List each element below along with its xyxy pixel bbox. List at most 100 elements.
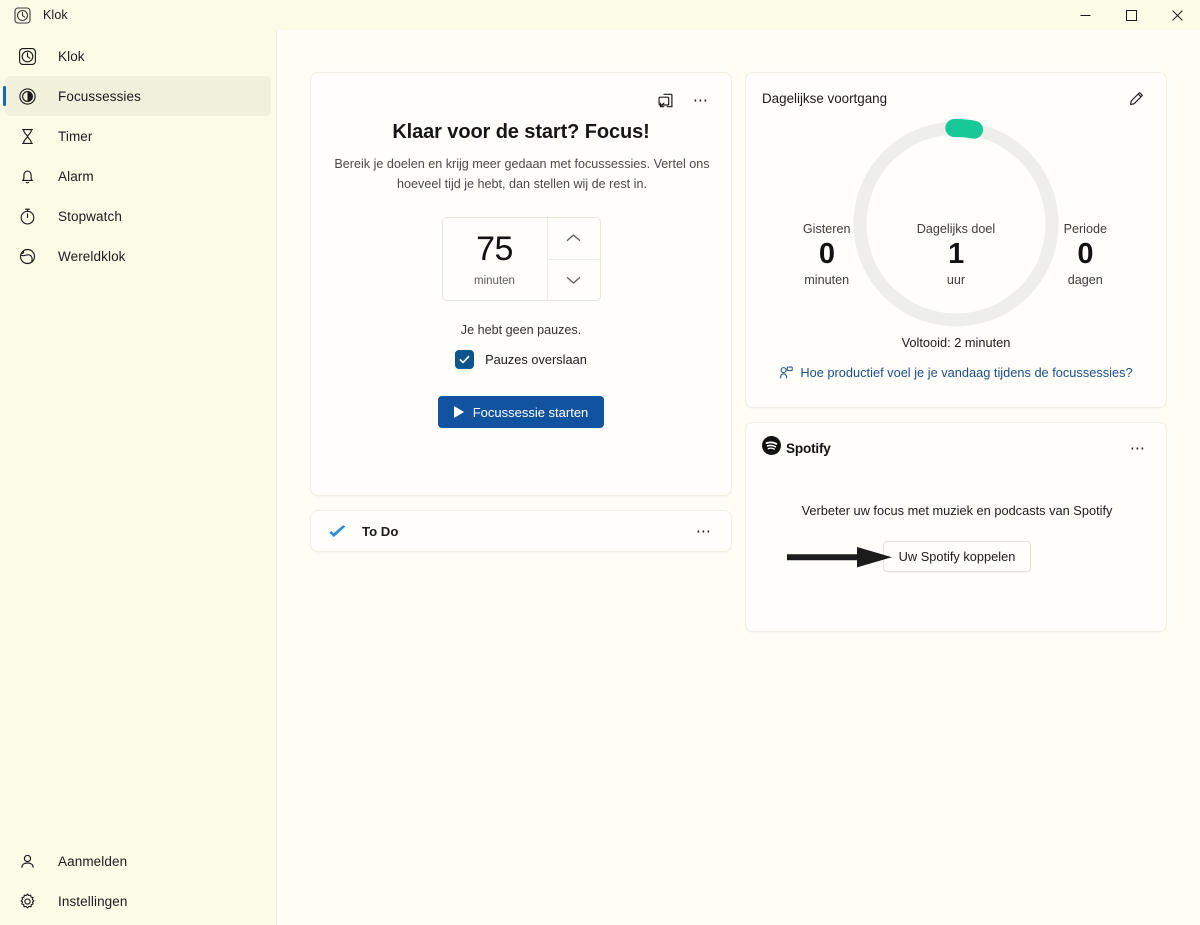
gear-icon [16, 890, 38, 912]
daily-progress-card: Dagelijkse voortgang Gisteren 0 minuten … [745, 72, 1167, 408]
completed-text: Voltooid: 2 minuten [901, 335, 1011, 350]
todo-card[interactable]: To Do ⋯ [310, 510, 732, 552]
main-content: ⋯ Klaar voor de start? Focus! Bereik je … [277, 30, 1200, 925]
sidebar-nav-main: Klok Focussessies Timer Alarm Stopwatch … [0, 36, 276, 276]
stat-value: 1 [948, 238, 964, 270]
start-button-wrap: Focussessie starten [327, 396, 715, 429]
sidebar-item-wereldklok[interactable]: Wereldklok [5, 236, 271, 276]
globe-icon [16, 245, 38, 267]
stopwatch-icon [16, 205, 38, 227]
feedback-link[interactable]: Hoe productief voel je je vandaag tijden… [762, 365, 1150, 380]
stat-yesterday: Gisteren 0 minuten [772, 222, 881, 287]
progress-card-title: Dagelijkse voortgang [762, 90, 888, 106]
right-column: Dagelijkse voortgang Gisteren 0 minuten … [745, 72, 1167, 632]
sidebar-item-aanmelden[interactable]: Aanmelden [5, 841, 271, 881]
sidebar: Klok Focussessies Timer Alarm Stopwatch … [0, 30, 277, 925]
close-icon[interactable] [1154, 0, 1200, 30]
skip-breaks-checkbox[interactable] [455, 350, 475, 370]
duration-unit: minuten [474, 274, 515, 287]
spinner-buttons [547, 218, 600, 301]
play-icon [453, 406, 464, 419]
duration-spinner-wrap: 75 minuten [327, 217, 715, 302]
breaks-note: Je hebt geen pauzes. [460, 323, 582, 338]
stat-unit: dagen [1067, 273, 1103, 288]
chevron-up-icon[interactable] [548, 218, 600, 259]
spotify-button-row: Uw Spotify koppelen [762, 541, 1152, 572]
progress-stats: Gisteren 0 minuten Dagelijks doel 1 uur … [762, 222, 1150, 287]
stat-value: 0 [1077, 238, 1094, 270]
sidebar-item-label: Stopwatch [58, 208, 122, 224]
ellipsis-glyph: ⋯ [1129, 439, 1147, 457]
stat-label: Dagelijks doel [916, 222, 996, 236]
pencil-edit-icon[interactable] [1122, 85, 1150, 111]
sidebar-item-label: Timer [58, 128, 93, 144]
maximize-icon[interactable] [1108, 0, 1154, 30]
focus-card-title: Klaar voor de start? Focus! [392, 121, 650, 143]
duration-value: 75 [476, 229, 513, 268]
start-focus-session-button[interactable]: Focussessie starten [437, 396, 605, 429]
sidebar-item-label: Alarm [58, 168, 94, 184]
arrow-pointer-annotation [787, 545, 893, 569]
start-button-label: Focussessie starten [472, 404, 589, 420]
clock-icon [14, 6, 31, 24]
stat-daily-goal: Dagelijks doel 1 uur [881, 222, 1030, 287]
person-icon [16, 850, 38, 872]
more-options-icon[interactable]: ⋯ [1124, 435, 1152, 461]
sidebar-item-timer[interactable]: Timer [5, 116, 271, 156]
stat-unit: uur [946, 273, 966, 288]
focus-card-header: ⋯ [327, 87, 715, 113]
clock-icon [16, 45, 38, 67]
spotify-card: Spotify ⋯ Verbeter uw focus met muziek e… [745, 422, 1167, 632]
sidebar-item-label: Aanmelden [58, 853, 128, 869]
window-title: Klok [43, 8, 68, 22]
todo-checkmark-icon [327, 520, 349, 542]
sidebar-item-label: Klok [58, 48, 85, 64]
sidebar-item-label: Focussessies [58, 88, 141, 104]
skip-breaks-row[interactable]: Pauzes overslaan [327, 350, 715, 370]
title-bar-left: Klok [0, 6, 68, 24]
title-bar: Klok [0, 0, 1200, 30]
skip-breaks-label: Pauzes overslaan [485, 352, 587, 368]
spotify-card-header: Spotify ⋯ [762, 435, 1152, 461]
todo-card-label: To Do [362, 523, 399, 539]
progress-card-header: Dagelijkse voortgang [762, 86, 1150, 110]
spotify-icon [762, 436, 781, 460]
mini-view-icon[interactable] [651, 87, 679, 113]
more-options-icon[interactable]: ⋯ [687, 87, 715, 113]
focus-session-card: ⋯ Klaar voor de start? Focus! Bereik je … [310, 72, 732, 496]
stat-value: 0 [818, 238, 835, 270]
spotify-wordmark: Spotify [786, 440, 831, 456]
bell-icon [16, 165, 38, 187]
sidebar-item-label: Instellingen [58, 893, 128, 909]
chevron-down-icon[interactable] [547, 258, 600, 301]
daily-goal-ring-area: Gisteren 0 minuten Dagelijks doel 1 uur … [762, 118, 1150, 333]
duration-spinner[interactable]: 75 minuten [441, 217, 601, 302]
spotify-brand: Spotify [762, 436, 831, 460]
sidebar-item-label: Wereldklok [58, 248, 126, 264]
window-controls [1062, 0, 1200, 30]
stat-unit: minuten [804, 273, 850, 288]
connect-spotify-button[interactable]: Uw Spotify koppelen [882, 541, 1032, 572]
ellipsis-glyph: ⋯ [695, 522, 713, 540]
minimize-icon[interactable] [1062, 0, 1108, 30]
ellipsis-glyph: ⋯ [692, 91, 710, 109]
sidebar-item-alarm[interactable]: Alarm [5, 156, 271, 196]
hourglass-icon [16, 125, 38, 147]
stat-streak: Periode 0 dagen [1031, 222, 1140, 287]
focus-card-subtitle: Bereik je doelen en krijg meer gedaan me… [334, 157, 710, 191]
focus-icon [16, 85, 38, 107]
sidebar-item-focussessies[interactable]: Focussessies [3, 76, 271, 116]
sidebar-item-klok[interactable]: Klok [5, 36, 271, 76]
more-options-icon[interactable]: ⋯ [690, 518, 718, 544]
stat-label: Gisteren [802, 222, 851, 236]
spotify-description: Verbeter uw focus met muziek en podcasts… [801, 503, 1113, 518]
feedback-icon [779, 365, 794, 380]
sidebar-item-stopwatch[interactable]: Stopwatch [5, 196, 271, 236]
sidebar-item-instellingen[interactable]: Instellingen [5, 881, 271, 921]
feedback-link-label: Hoe productief voel je je vandaag tijden… [800, 365, 1133, 380]
sidebar-nav-bottom: Aanmelden Instellingen [0, 841, 276, 925]
app-shell: Klok Focussessies Timer Alarm Stopwatch … [0, 30, 1200, 925]
stat-label: Periode [1063, 222, 1107, 236]
duration-value-area[interactable]: 75 minuten [443, 218, 548, 301]
left-column: ⋯ Klaar voor de start? Focus! Bereik je … [310, 72, 732, 552]
